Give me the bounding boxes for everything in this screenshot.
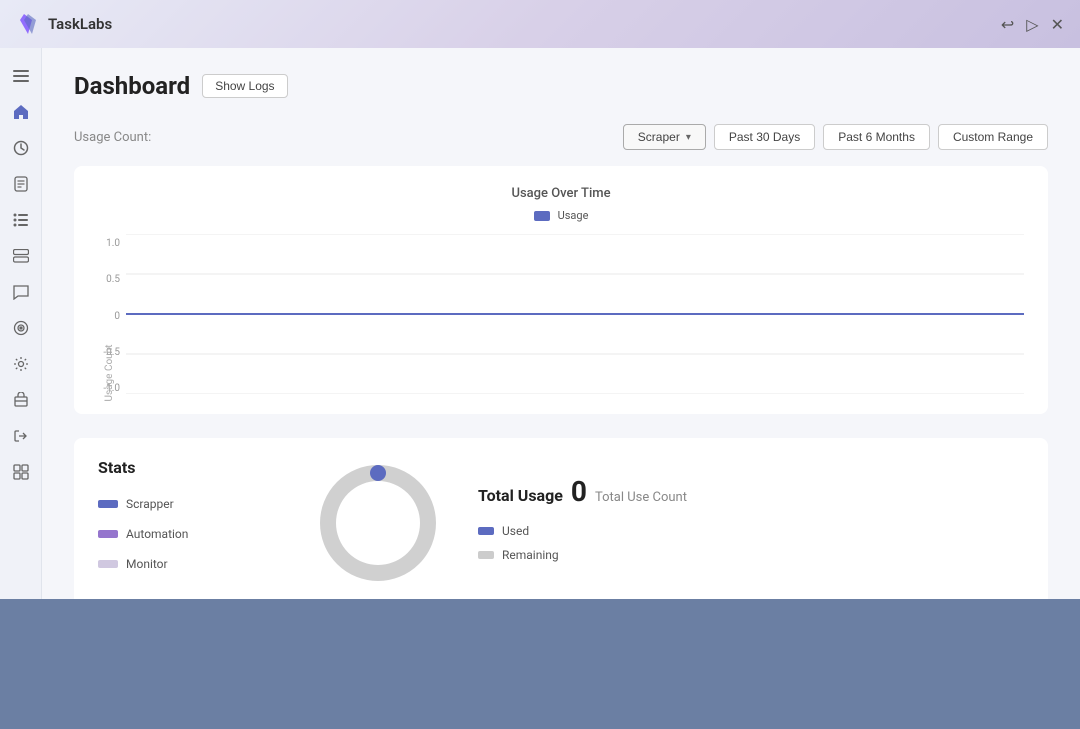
used-legend: Used [478,524,1024,538]
total-usage-count: 0 [571,475,587,508]
y-tick-3: 0 [98,311,120,322]
scraper-dropdown[interactable]: Scraper ▾ [623,124,706,150]
sidebar-item-package[interactable] [5,384,37,416]
sidebar [0,48,42,599]
sidebar-item-menu[interactable] [5,60,37,92]
bottom-area [0,599,1080,729]
sidebar-item-grid[interactable] [5,456,37,488]
forward-icon[interactable]: ▷ [1026,15,1038,34]
show-logs-button[interactable]: Show Logs [202,74,287,98]
main-layout: Dashboard Show Logs Usage Count: Scraper… [0,48,1080,599]
app-name: TaskLabs [48,15,112,33]
close-icon[interactable]: ✕ [1051,15,1064,34]
stats-title: Stats [98,458,298,477]
total-usage: Total Usage 0 Total Use Count Used Remai… [458,458,1024,588]
page-title: Dashboard [74,72,190,100]
sidebar-item-list[interactable] [5,204,37,236]
total-use-count-label: Total Use Count [595,490,687,505]
monitor-label: Monitor [126,557,168,571]
sidebar-item-card[interactable] [5,240,37,272]
remaining-label: Remaining [502,548,559,562]
chart-container: Usage Over Time Usage 1.0 0.5 0 -0.5 -1.… [74,166,1048,414]
content-area: Dashboard Show Logs Usage Count: Scraper… [42,48,1080,599]
past-6-months-button[interactable]: Past 6 Months [823,124,930,150]
sidebar-item-chat[interactable] [5,276,37,308]
custom-range-button[interactable]: Custom Range [938,124,1048,150]
total-usage-header: Total Usage 0 Total Use Count [478,475,1024,508]
used-dot [478,527,494,535]
topbar: TaskLabs ↩ ▷ ✕ [0,0,1080,48]
used-label: Used [502,524,529,538]
sidebar-item-doc[interactable] [5,168,37,200]
chart-legend: Usage [98,209,1024,222]
usage-count-label: Usage Count: [74,130,151,145]
topbar-actions: ↩ ▷ ✕ [1001,15,1064,34]
donut-svg [313,458,443,588]
stats-legend-scrapper: Scrapper [98,497,298,511]
app-logo: TaskLabs [16,12,112,36]
filter-buttons: Scraper ▾ Past 30 Days Past 6 Months Cus… [623,124,1048,150]
donut-chart [298,458,458,588]
usage-legend-label: Usage [558,209,589,222]
sidebar-item-settings[interactable] [5,348,37,380]
undo-icon[interactable]: ↩ [1001,15,1014,34]
sidebar-item-home[interactable] [5,96,37,128]
logo-icon [16,12,40,36]
remaining-dot [478,551,494,559]
chevron-down-icon: ▾ [686,132,691,143]
chart-title: Usage Over Time [98,186,1024,201]
scrapper-label: Scrapper [126,497,174,511]
automation-label: Automation [126,527,188,541]
remaining-legend: Remaining [478,548,1024,562]
total-usage-title: Total Usage [478,486,563,505]
dashboard-header: Dashboard Show Logs [74,72,1048,100]
automation-dot [98,530,118,538]
y-axis-label: Usage Count [104,345,115,402]
y-tick-2: 0.5 [98,274,120,285]
stats-section: Stats Scrapper Automation Monitor [74,438,1048,599]
scrapper-dot [98,500,118,508]
usage-legend-box [534,211,550,221]
past-30-days-button[interactable]: Past 30 Days [714,124,815,150]
sidebar-item-target[interactable] [5,312,37,344]
monitor-dot [98,560,118,568]
stats-legend-automation: Automation [98,527,298,541]
y-tick-1: 1.0 [98,238,120,249]
sidebar-item-login[interactable] [5,420,37,452]
usage-filter-row: Usage Count: Scraper ▾ Past 30 Days Past… [74,124,1048,150]
sidebar-item-clock[interactable] [5,132,37,164]
stats-legend: Stats Scrapper Automation Monitor [98,458,298,588]
chart-svg [126,234,1024,394]
stats-legend-monitor: Monitor [98,557,298,571]
